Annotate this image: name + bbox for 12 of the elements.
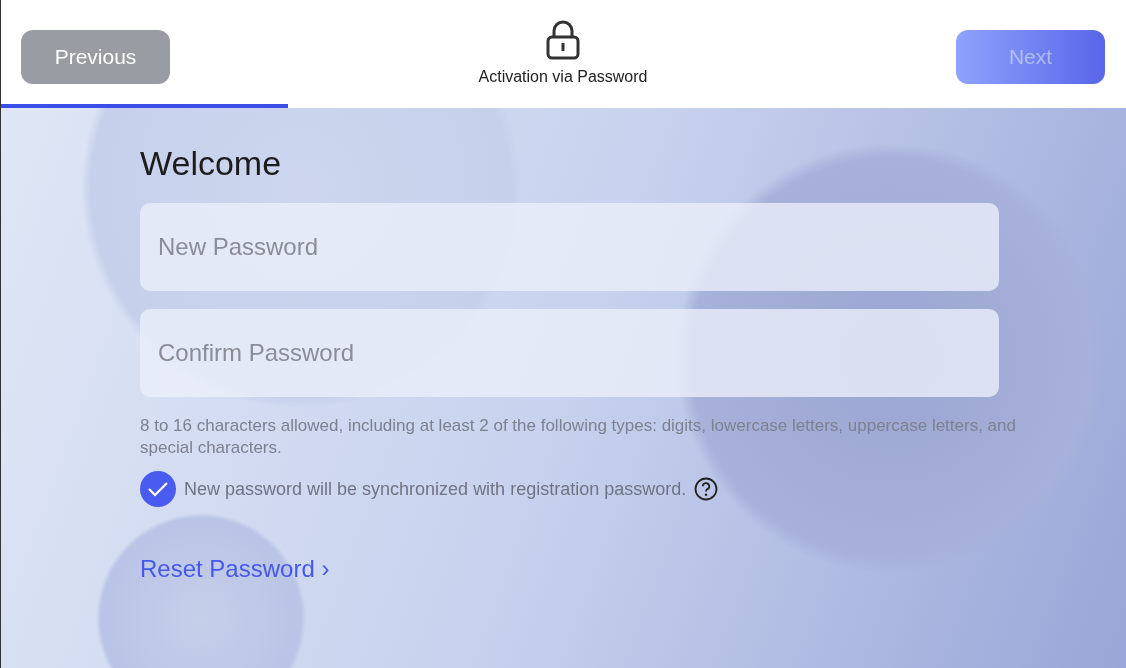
welcome-heading: Welcome [140, 144, 283, 183]
checkmark-icon [147, 481, 169, 497]
lock-icon [546, 20, 580, 60]
sync-label: New password will be synchronized with registration password. [184, 478, 687, 500]
password-field[interactable]: Confirm Password [140, 309, 999, 397]
previous-button[interactable]: Previous [21, 30, 170, 84]
password-field[interactable]: New Password [140, 203, 999, 291]
sync-checkbox[interactable] [140, 471, 176, 507]
page-title: Activation via Password [478, 68, 648, 86]
reset-password-link[interactable]: Reset Password › [140, 555, 330, 583]
help-icon[interactable] [694, 477, 719, 501]
password-hint: 8 to 16 characters allowed, including at least 2 of the following types: digits, lowercase letters, uppercase letters, and special characters. [140, 415, 1017, 459]
